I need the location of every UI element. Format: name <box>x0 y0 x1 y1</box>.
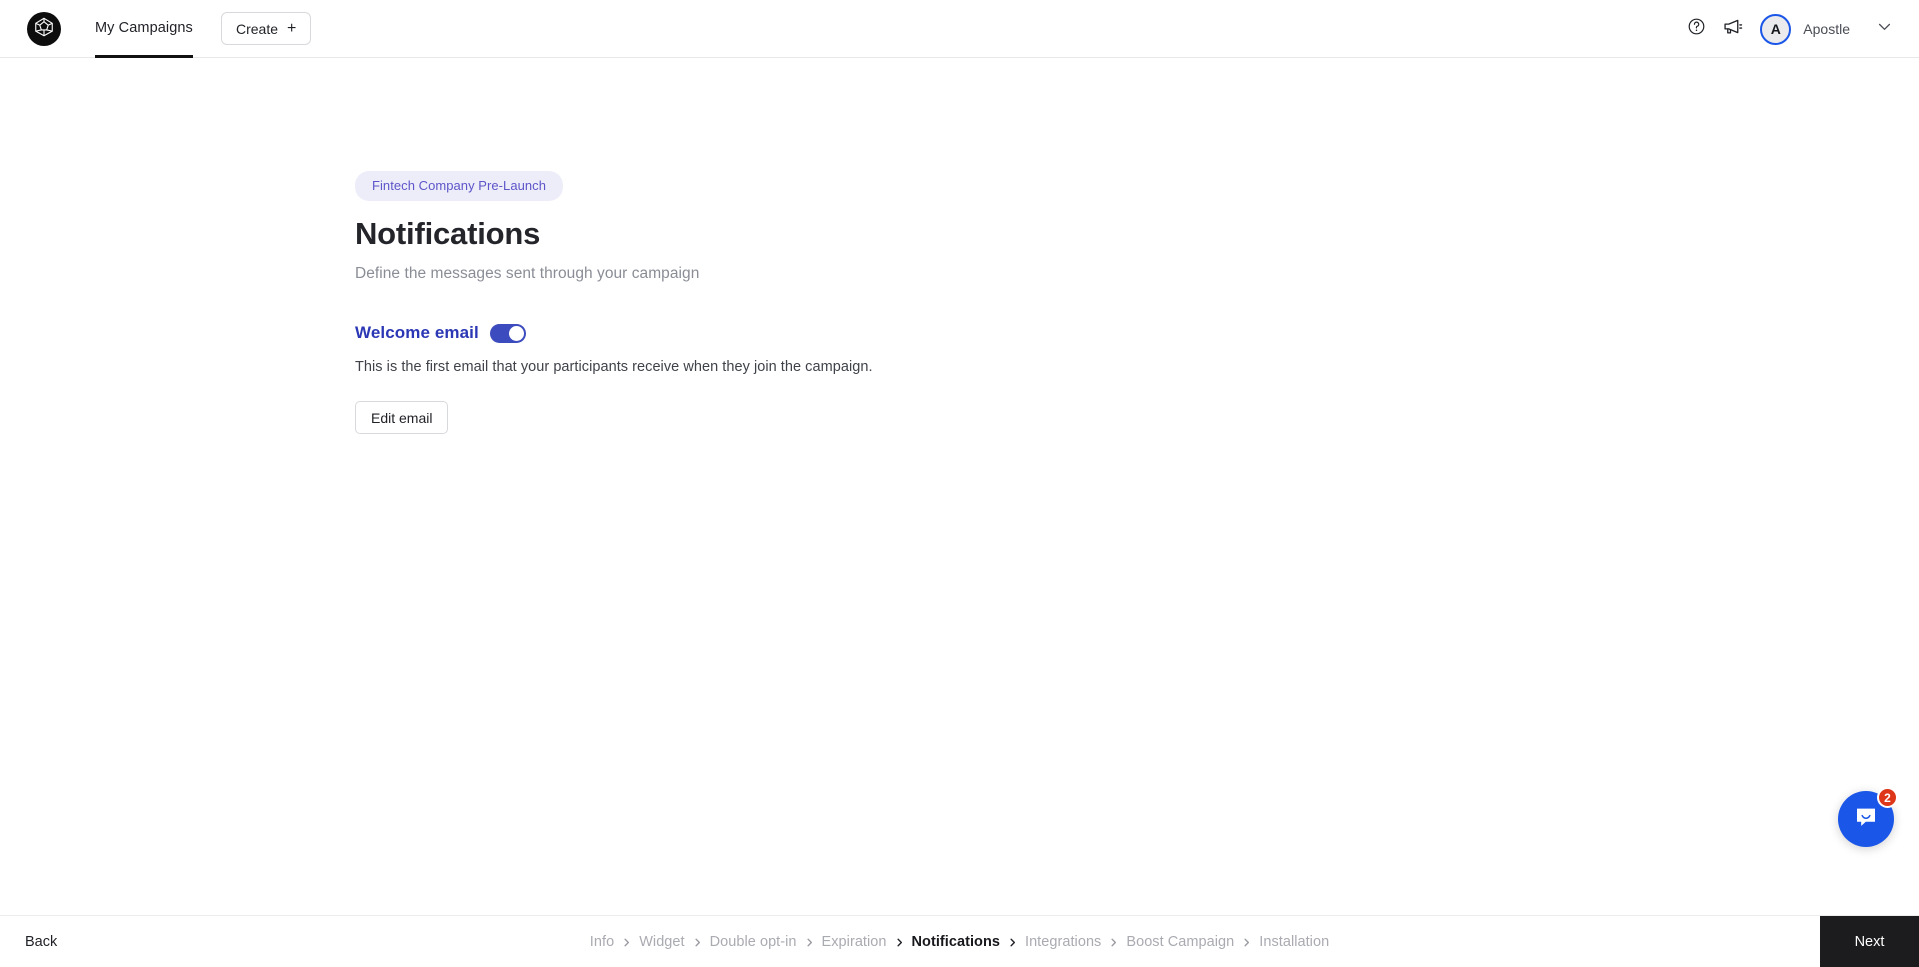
breadcrumb-item-expiration[interactable]: Expiration <box>822 934 887 950</box>
breadcrumb-item-double-opt-in[interactable]: Double opt-in <box>710 934 797 950</box>
chevron-down-icon <box>1876 18 1893 40</box>
breadcrumb-item-notifications[interactable]: Notifications <box>912 934 1000 950</box>
page-title: Notifications <box>355 216 541 251</box>
campaign-badge[interactable]: Fintech Company Pre-Launch <box>355 171 564 201</box>
breadcrumb-item-widget[interactable]: Widget <box>639 934 684 950</box>
toggle-knob <box>508 325 524 341</box>
breadcrumb-item-integrations[interactable]: Integrations <box>1025 934 1101 950</box>
main-content: Fintech Company Pre-Launch Notifications… <box>0 58 1919 915</box>
plus-icon: + <box>287 19 297 37</box>
breadcrumb-separator <box>894 937 905 948</box>
breadcrumb-item-boost-campaign[interactable]: Boost Campaign <box>1126 934 1234 950</box>
app-root: My Campaigns Create + A Apostle Fintech … <box>0 0 1919 967</box>
top-header: My Campaigns Create + A Apostle <box>0 0 1919 58</box>
avatar[interactable]: A <box>1760 13 1792 45</box>
header-actions: A Apostle <box>1678 0 1901 58</box>
welcome-email-section: Welcome email This is the first email th… <box>355 323 1555 434</box>
breadcrumb-separator <box>1108 937 1119 948</box>
breadcrumb-separator <box>804 937 815 948</box>
chat-launcher-button[interactable]: 2 <box>1838 787 1898 847</box>
welcome-email-toggle[interactable] <box>489 323 526 343</box>
account-menu-button[interactable] <box>1876 18 1893 40</box>
avatar-initial: A <box>1770 21 1781 37</box>
chat-bubble-icon <box>1852 803 1880 836</box>
breadcrumb-separator <box>692 937 703 948</box>
gem-polyhedron-logo-icon <box>33 16 55 43</box>
breadcrumb-item-info[interactable]: Info <box>590 934 614 950</box>
welcome-email-title: Welcome email <box>355 323 479 342</box>
breadcrumb: Info Widget Double opt-in Expiration Notific… <box>0 916 1919 967</box>
edit-email-button[interactable]: Edit email <box>355 401 449 434</box>
brand-logo[interactable] <box>27 12 61 46</box>
create-button-label: Create <box>236 20 279 37</box>
welcome-email-header: Welcome email <box>355 323 1555 343</box>
announcements-button[interactable] <box>1714 11 1750 47</box>
username-label[interactable]: Apostle <box>1803 21 1850 37</box>
question-circle-icon <box>1687 17 1706 41</box>
megaphone-icon <box>1722 16 1743 42</box>
footer-bar: Back Info Widget Double opt-in Expiration No… <box>0 915 1919 967</box>
help-button[interactable] <box>1678 11 1714 47</box>
welcome-email-description: This is the first email that your partic… <box>355 359 873 375</box>
chat-unread-badge: 2 <box>1877 787 1898 808</box>
create-button[interactable]: Create + <box>221 12 312 45</box>
page-subtitle: Define the messages sent through your ca… <box>355 265 700 282</box>
content-column: Fintech Company Pre-Launch Notifications… <box>355 171 1555 434</box>
next-button[interactable]: Next <box>1820 916 1919 967</box>
nav-tab-label: My Campaigns <box>95 19 193 36</box>
breadcrumb-separator <box>1007 937 1018 948</box>
breadcrumb-separator <box>621 937 632 948</box>
nav-tab-my-campaigns[interactable]: My Campaigns <box>95 0 193 58</box>
breadcrumb-item-installation[interactable]: Installation <box>1259 934 1329 950</box>
breadcrumb-separator <box>1241 937 1252 948</box>
